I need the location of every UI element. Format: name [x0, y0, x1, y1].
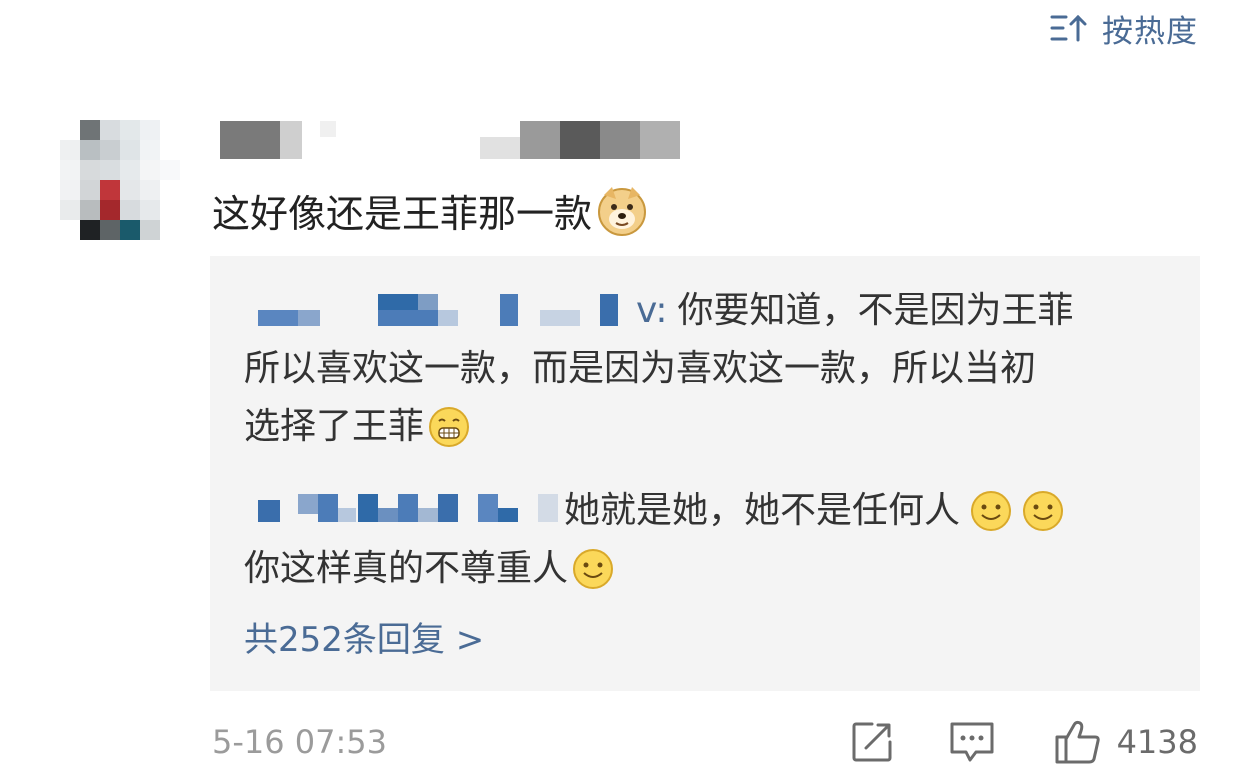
smile-emoji [573, 549, 614, 589]
sort-label: 按热度 [1102, 13, 1198, 50]
comment-button[interactable] [947, 719, 997, 765]
reply-item[interactable]: 她就是她，她不是任何人 你这样真的不尊重人 [244, 482, 1064, 598]
sort-icon [1050, 14, 1087, 42]
reply-text-line3: 选择了王菲 [244, 406, 425, 447]
grin-emoji [429, 407, 470, 447]
reply-author-fragment: v: [636, 290, 668, 331]
share-button[interactable] [849, 719, 895, 765]
reply-text-line2: 所以喜欢这一款，而是因为喜欢这一款，所以当初 [244, 348, 1037, 389]
smile-emoji [971, 491, 1012, 531]
view-all-replies-link[interactable]: 共252条回复 > [244, 612, 484, 661]
reply2-text-line1: 她就是她，她不是任何人 [564, 490, 961, 531]
replies-box[interactable]: v: 你要知道，不是因为王菲 所以喜欢这一款，而是因为喜欢这一款，所以当初 选择… [210, 256, 1200, 691]
smile-emoji [1023, 491, 1064, 531]
like-button[interactable] [1053, 718, 1103, 766]
like-icon [1055, 720, 1100, 764]
like-count: 4138 [1116, 723, 1198, 761]
comment-actions: 4138 [849, 718, 1198, 766]
share-icon [852, 722, 892, 762]
comment-icon [950, 722, 994, 762]
comment-timestamp: 5-16 07:53 [212, 723, 388, 761]
reply2-text-line2: 你这样真的不尊重人 [244, 548, 569, 589]
reply-item[interactable]: v: 你要知道，不是因为王菲 所以喜欢这一款，而是因为喜欢这一款，所以当初 选择… [244, 282, 1073, 456]
reply-author-redacted [258, 294, 618, 326]
avatar-image [60, 120, 182, 242]
reply-author-redacted [258, 494, 558, 522]
comment-text: 这好像还是王菲那一款 [212, 192, 593, 236]
reply-text-line1: 你要知道，不是因为王菲 [677, 290, 1074, 331]
avatar[interactable] [60, 120, 182, 242]
comment-body: 这好像还是王菲那一款 [212, 183, 648, 238]
sort-by-hot-button[interactable]: 按热度 [1050, 8, 1198, 50]
doge-emoji [598, 186, 647, 236]
username-redacted[interactable] [216, 119, 686, 161]
